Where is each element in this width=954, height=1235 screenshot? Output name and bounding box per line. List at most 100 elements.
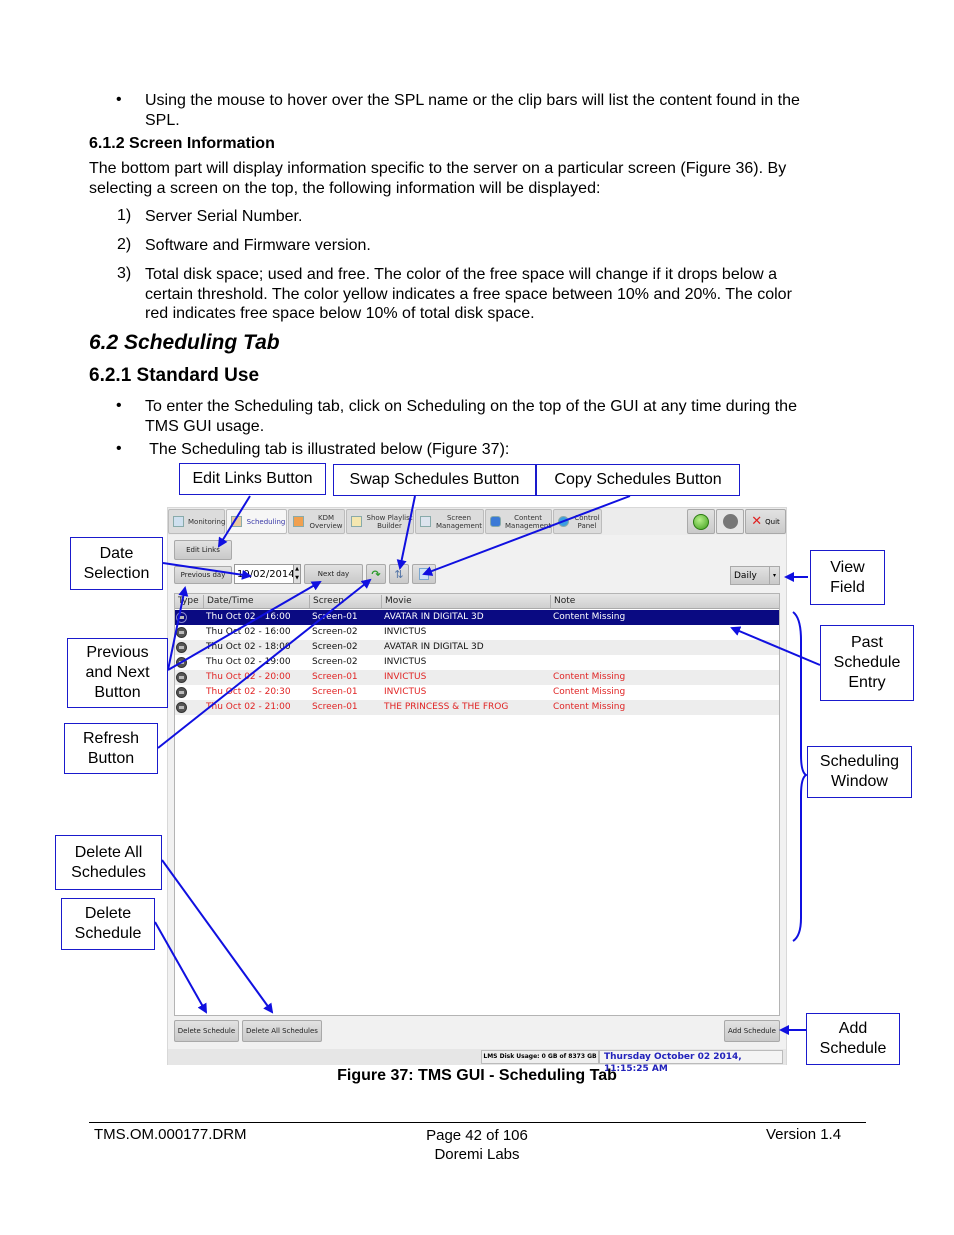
- chevron-down-icon[interactable]: ▾: [769, 567, 779, 584]
- footer-version: Version 1.4: [766, 1126, 842, 1143]
- date-input[interactable]: 10/02/2014: [234, 564, 295, 584]
- quit-button[interactable]: ✕ Quit: [745, 509, 786, 534]
- callout-previous-next: Previous and Next Button: [67, 638, 168, 708]
- cell-movie: INVICTUS: [384, 672, 427, 682]
- next-day-button[interactable]: Next day: [304, 564, 363, 584]
- copy-schedules-button[interactable]: [412, 564, 436, 584]
- tms-gui-screenshot: Monitoring Scheduling KDM Overview Show P…: [167, 507, 787, 1074]
- schedule-type-icon: [176, 612, 187, 623]
- callout-swap-schedules: Swap Schedules Button: [333, 464, 536, 496]
- footer-divider: [89, 1122, 866, 1123]
- list-item-line3: red indicates free space below 10% of to…: [145, 305, 535, 322]
- bullet-spl-line2: SPL.: [145, 111, 180, 129]
- calendar-icon: [231, 516, 242, 527]
- kdm-icon: [293, 516, 304, 527]
- heading-screen-information: 6.1.2 Screen Information: [89, 135, 275, 152]
- table-row[interactable]: Thu Oct 02 - 16:00 Screen-01 AVATAR IN DIG…: [175, 610, 779, 625]
- cell-screen: Screen-02: [312, 642, 358, 652]
- cell-screen: Screen-01: [312, 702, 358, 712]
- delete-schedule-button[interactable]: Delete Schedule: [174, 1020, 239, 1042]
- cell-datetime: Thu Oct 02 - 19:00: [206, 657, 291, 667]
- list-number-1: 1): [117, 207, 132, 224]
- tab-label: Screen Management: [435, 513, 483, 530]
- callout-edit-links: Edit Links Button: [179, 463, 326, 495]
- cell-screen: Screen-01: [312, 672, 358, 682]
- column-header-movie[interactable]: Movie: [381, 595, 550, 608]
- cell-datetime: Thu Oct 02 - 16:00: [206, 627, 291, 637]
- tab-show-playlist-builder[interactable]: Show Playlist Builder: [346, 509, 414, 534]
- list-item-serial: Server Serial Number.: [145, 208, 303, 225]
- paragraph-line2: selecting a screen on the top, the follo…: [89, 179, 601, 197]
- spin-down-icon[interactable]: ▼: [294, 574, 300, 583]
- grey-circle-icon: [722, 514, 738, 529]
- table-row[interactable]: Thu Oct 02 - 20:30 Screen-01 INVICTUS Conte…: [175, 685, 779, 700]
- cell-screen: Screen-02: [312, 627, 358, 637]
- tab-content-management[interactable]: Content Management: [485, 509, 552, 534]
- callout-view-field: View Field: [810, 550, 885, 605]
- cell-movie: AVATAR IN DIGITAL 3D: [384, 642, 484, 652]
- close-icon: ✕: [751, 514, 763, 529]
- view-select[interactable]: Daily ▾: [730, 566, 780, 585]
- bullet-enter-line1: To enter the Scheduling tab, click on Sc…: [145, 398, 797, 415]
- bullet-marker: •: [116, 91, 122, 108]
- bullet-spl-text: Using the mouse to hover over the SPL na…: [145, 91, 800, 130]
- previous-day-button[interactable]: Previous day: [174, 566, 232, 584]
- cell-datetime: Thu Oct 02 - 20:00: [206, 672, 291, 682]
- schedule-type-icon: [176, 687, 187, 698]
- table-row[interactable]: Thu Oct 02 - 16:00 Screen-02 INVICTUS: [175, 625, 779, 640]
- cell-screen: Screen-01: [312, 687, 358, 697]
- swap-icon: ⇅: [394, 567, 404, 581]
- pencil-icon: [351, 516, 362, 527]
- paragraph-screen-info: The bottom part will display information…: [89, 159, 786, 198]
- status-bar: LMS Disk Usage: 0 GB of 8373 GB Thursday…: [168, 1049, 786, 1074]
- schedule-type-icon: [176, 642, 187, 653]
- cell-movie: INVICTUS: [384, 627, 427, 637]
- tab-bar: Monitoring Scheduling KDM Overview Show P…: [168, 508, 786, 535]
- delete-all-schedules-button[interactable]: Delete All Schedules: [242, 1020, 322, 1042]
- status-ok-button[interactable]: [687, 509, 715, 534]
- cell-note: Content Missing: [553, 672, 626, 682]
- add-schedule-button[interactable]: Add Schedule: [724, 1020, 780, 1042]
- refresh-button[interactable]: ↷: [366, 564, 386, 584]
- schedule-type-icon: [176, 702, 187, 713]
- swap-schedules-button[interactable]: ⇅: [389, 564, 409, 584]
- table-row[interactable]: Thu Oct 02 - 21:00 Screen-01 THE PRINCESS …: [175, 700, 779, 715]
- callout-past-schedule: Past Schedule Entry: [820, 625, 914, 701]
- copy-icon: [419, 568, 429, 580]
- heading-standard-use: 6.2.1 Standard Use: [89, 365, 260, 386]
- figure-caption: Figure 37: TMS GUI - Scheduling Tab: [337, 1067, 617, 1084]
- table-row[interactable]: Thu Oct 02 - 20:00 Screen-01 INVICTUS Conte…: [175, 670, 779, 685]
- table-header: Type Date/Time Screen Movie Note: [175, 594, 779, 609]
- tab-monitoring[interactable]: Monitoring: [168, 509, 225, 534]
- monitoring-icon: [173, 516, 184, 527]
- scheduling-window-brace: [792, 611, 808, 942]
- bullet-spl-line1: Using the mouse to hover over the SPL na…: [145, 92, 800, 109]
- column-header-screen[interactable]: Screen: [309, 595, 381, 608]
- edit-links-button[interactable]: Edit Links: [174, 540, 232, 560]
- callout-copy-schedules: Copy Schedules Button: [536, 464, 740, 496]
- footer-company: Doremi Labs: [434, 1146, 520, 1163]
- control-panel-icon: [558, 516, 569, 527]
- tab-scheduling[interactable]: Scheduling: [226, 509, 287, 534]
- date-spinner[interactable]: ▲ ▼: [293, 564, 301, 584]
- bullet-enter-text: To enter the Scheduling tab, click on Sc…: [145, 397, 797, 436]
- column-header-datetime[interactable]: Date/Time: [203, 595, 309, 608]
- spin-up-icon[interactable]: ▲: [294, 565, 300, 574]
- tab-control-panel[interactable]: Control Panel: [553, 509, 602, 534]
- tab-screen-management[interactable]: Screen Management: [415, 509, 484, 534]
- quit-label: Quit: [765, 517, 780, 526]
- clock: Thursday October 02 2014, 11:15:25 AM: [599, 1050, 783, 1074]
- list-number-2: 2): [117, 236, 132, 253]
- tab-kdm-overview[interactable]: KDM Overview: [288, 509, 345, 534]
- record-button[interactable]: [716, 509, 744, 534]
- column-header-note[interactable]: Note: [550, 595, 779, 608]
- list-item-line1: Total disk space; used and free. The col…: [145, 266, 778, 283]
- table-row[interactable]: Thu Oct 02 - 18:00 Screen-02 AVATAR IN DIG…: [175, 640, 779, 655]
- tab-label: Content Management: [505, 513, 552, 530]
- list-item-software: Software and Firmware version.: [145, 237, 371, 254]
- table-row[interactable]: Thu Oct 02 - 19:00 Screen-02 INVICTUS: [175, 655, 779, 670]
- callout-delete-all: Delete All Schedules: [55, 835, 162, 890]
- column-header-type[interactable]: Type: [175, 595, 203, 608]
- cell-note: Content Missing: [553, 687, 626, 697]
- schedule-table: Type Date/Time Screen Movie Note Thu Oct…: [174, 593, 780, 1016]
